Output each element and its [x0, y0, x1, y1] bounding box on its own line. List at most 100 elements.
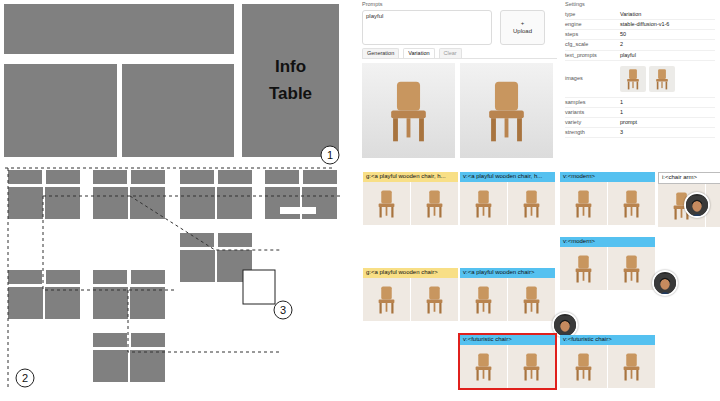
marker-label: 1 [327, 149, 333, 161]
settings-key: cfg_scale [565, 41, 620, 48]
settings-key: steps [565, 31, 620, 38]
chair-image[interactable] [362, 63, 455, 158]
chair-image[interactable] [363, 278, 410, 321]
chair-image[interactable] [560, 182, 607, 225]
tab[interactable]: Generation [362, 48, 399, 58]
settings-label: Settings [565, 2, 715, 8]
settings-key: type [565, 11, 620, 18]
node-header[interactable]: i:<chair arm> [658, 172, 720, 184]
node-header[interactable]: v:<modern> [560, 237, 655, 247]
dashed-connector [128, 290, 282, 352]
dashed-connector [43, 196, 340, 197]
user-avatar-icon [652, 270, 678, 296]
schematic-block [4, 4, 234, 54]
image-thumbnail[interactable] [649, 66, 675, 92]
prompt-text: playful [366, 13, 383, 19]
settings-row: varietyprompt [565, 118, 715, 128]
node-images [460, 182, 555, 225]
settings-value: 2 [620, 41, 623, 48]
info-table-block: Info Table [242, 4, 339, 157]
focus-box [243, 270, 275, 304]
chair-image[interactable] [560, 247, 607, 290]
node-header[interactable]: v:<futuristic chair> [560, 335, 655, 345]
chair-image[interactable] [608, 247, 655, 290]
user-avatar-icon [684, 192, 710, 218]
settings-key: text_prompts [565, 52, 620, 59]
node-header[interactable]: v:<a playful wooden chair> [460, 268, 555, 278]
prompt-column: Prompts playful +Upload Generation Variat… [362, 2, 557, 167]
chair-image[interactable] [560, 345, 607, 388]
tree-node[interactable]: v:<a playful wooden chair, h... [460, 172, 555, 225]
settings-key: images [565, 75, 620, 82]
schematic-diagram: 1 2 3 [0, 0, 357, 401]
node-header[interactable]: g:<a playful wooden chair> [363, 268, 458, 278]
schematic-node [8, 170, 80, 219]
chair-image[interactable] [508, 278, 555, 321]
history-tree: g:<a playful wooden chair, h...v:<a play… [362, 167, 720, 401]
schematic-left-blocks [4, 4, 234, 157]
upload-button[interactable]: +Upload [500, 10, 545, 45]
tree-node[interactable]: v:<modern> [560, 237, 655, 290]
schematic-node [180, 233, 252, 282]
schematic-block [122, 64, 235, 157]
settings-table: typeVariationenginestable-diffusion-v1-6… [565, 10, 715, 138]
tree-node[interactable]: v:<modern> [560, 172, 655, 225]
tab[interactable]: Variation [403, 48, 434, 58]
chair-image[interactable] [460, 345, 507, 388]
chair-image[interactable] [411, 278, 458, 321]
dashed-connector [5, 168, 335, 169]
marker-label: 2 [22, 372, 28, 384]
chair-image[interactable] [460, 182, 507, 225]
schematic-node [180, 170, 252, 219]
chair-image[interactable] [508, 345, 555, 388]
settings-row: strength3 [565, 128, 715, 138]
chair-image[interactable] [363, 182, 410, 225]
schematic-block-row [4, 64, 234, 157]
settings-key: samples [565, 99, 620, 106]
settings-value: stable-diffusion-v1-6 [620, 21, 669, 28]
tree-node[interactable]: v:<futuristic chair> [560, 335, 655, 388]
image-thumbnail[interactable] [620, 66, 646, 92]
chair-image[interactable] [460, 63, 553, 158]
plus-icon: + [521, 20, 525, 28]
node-header[interactable]: g:<a playful wooden chair, h... [363, 172, 458, 182]
node-header[interactable]: v:<futuristic chair> [460, 335, 555, 345]
tree-node[interactable]: v:<futuristic chair> [460, 335, 555, 388]
schematic-node [8, 270, 80, 319]
schematic-node [93, 333, 165, 382]
dashed-connector [130, 196, 282, 250]
node-images [460, 278, 555, 321]
prompt-input[interactable]: playful [362, 10, 492, 45]
node-images [560, 345, 655, 388]
settings-column: Settings typeVariationenginestable-diffu… [565, 2, 715, 167]
schematic-node [93, 170, 165, 219]
settings-row: variants1 [565, 108, 715, 118]
schematic-node [265, 170, 337, 219]
schematic-top: Info Table [0, 0, 357, 161]
chair-image[interactable] [460, 278, 507, 321]
chair-image[interactable] [411, 182, 458, 225]
figure: Info Table 1 2 3 Prompts playful +Upload G… [0, 0, 720, 401]
prompt-label: Prompts [362, 2, 557, 8]
tree-node[interactable]: v:<a playful wooden chair> [460, 268, 555, 321]
settings-key: variants [565, 109, 620, 116]
tree-node[interactable]: g:<a playful wooden chair, h... [363, 172, 458, 225]
chair-image[interactable] [608, 345, 655, 388]
settings-value: 1 [620, 109, 623, 116]
chair-image[interactable] [508, 182, 555, 225]
node-images [363, 182, 458, 225]
settings-key: strength [565, 129, 620, 136]
node-header[interactable]: v:<modern> [560, 172, 655, 182]
top-area: Prompts playful +Upload Generation Variat… [362, 0, 720, 167]
node-images [560, 247, 655, 290]
schematic-panel: Info Table 1 2 3 [0, 0, 357, 401]
marker-label: 3 [280, 304, 286, 316]
marker: 2 [16, 369, 34, 387]
node-images [460, 345, 555, 388]
marker: 1 [321, 146, 339, 164]
marker: 3 [274, 301, 292, 319]
chair-image[interactable] [608, 182, 655, 225]
node-header[interactable]: v:<a playful wooden chair, h... [460, 172, 555, 182]
settings-key: variety [565, 119, 620, 126]
tree-node[interactable]: g:<a playful wooden chair> [363, 268, 458, 321]
